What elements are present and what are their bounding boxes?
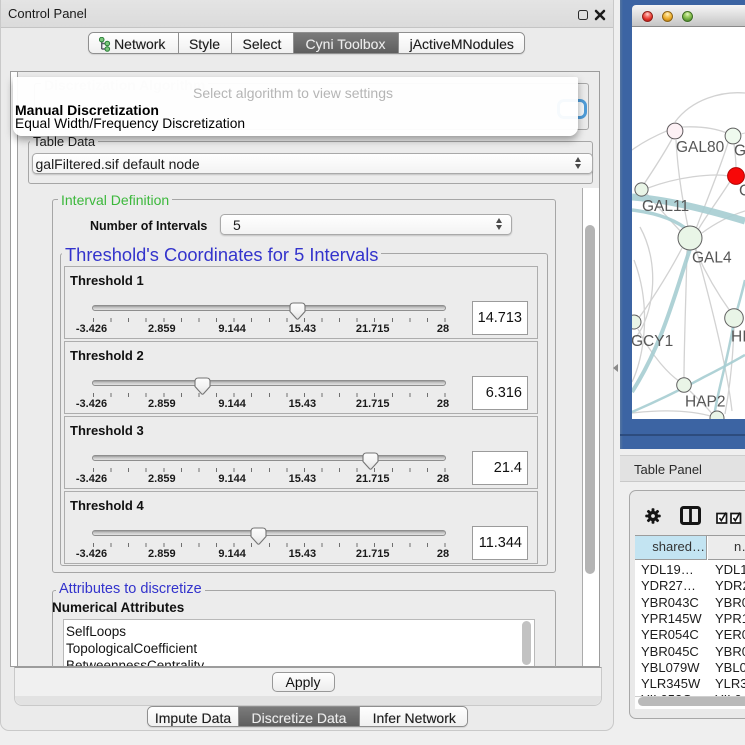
svg-text:GAL11: GAL11 xyxy=(642,198,689,215)
svg-text:GAL: GAL xyxy=(734,143,745,160)
svg-text:CD: CD xyxy=(739,183,745,200)
svg-text:HAP2: HAP2 xyxy=(685,394,726,411)
svg-text:GAL80: GAL80 xyxy=(676,139,725,156)
svg-text:HI: HI xyxy=(731,329,745,346)
svg-text:GCY1: GCY1 xyxy=(632,333,673,350)
svg-text:GAL4: GAL4 xyxy=(692,250,732,267)
